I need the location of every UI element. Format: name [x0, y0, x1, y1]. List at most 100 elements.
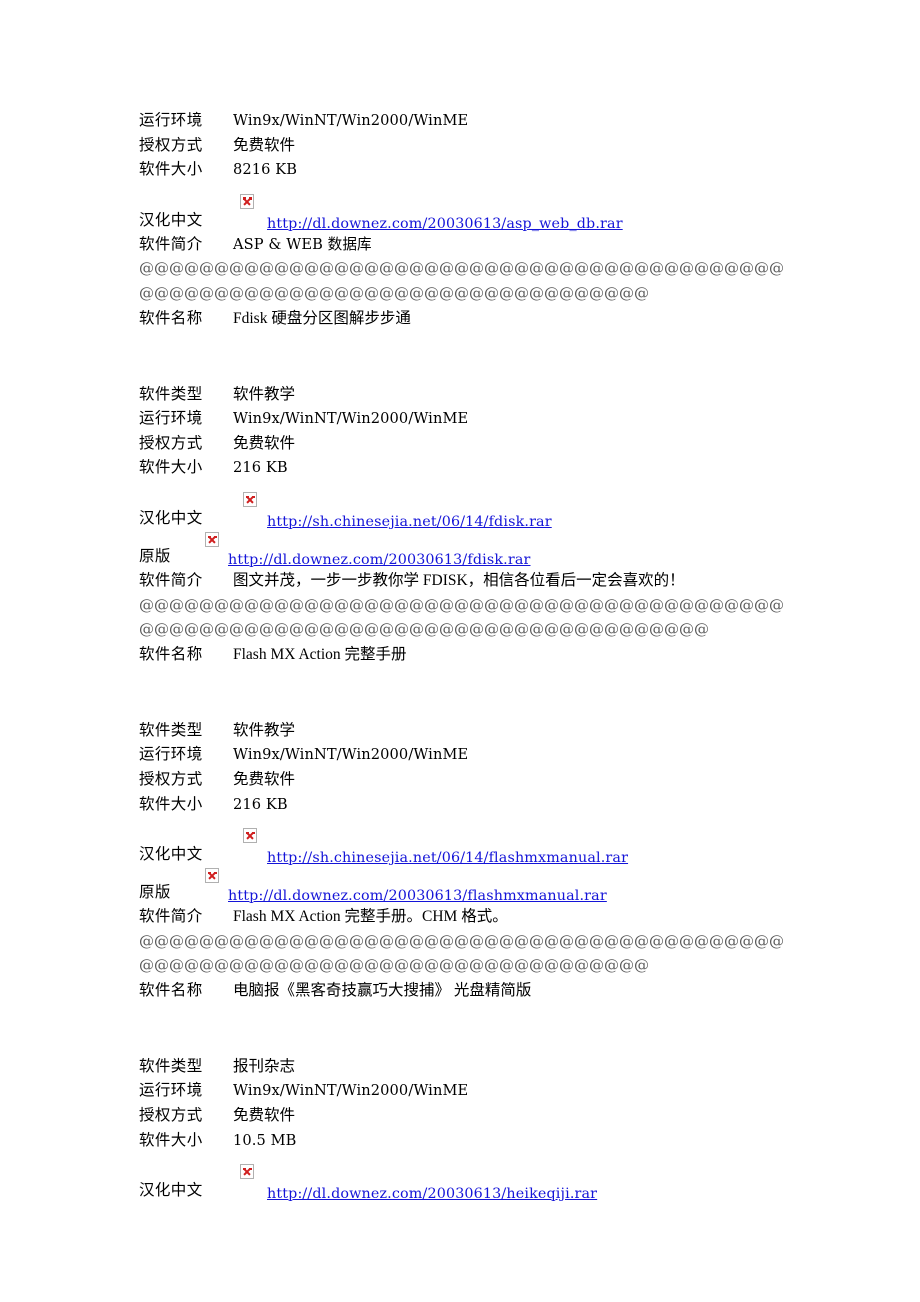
value-license: 免费软件: [233, 136, 296, 154]
label-license: 授权方式: [139, 136, 203, 154]
broken-image-icon: [240, 1164, 254, 1180]
label-env: 运行环境: [139, 410, 203, 428]
row-license: 授权方式 免费软件: [139, 1103, 799, 1128]
label-type: 软件类型: [139, 1057, 203, 1075]
row-env: 运行环境 Win9x/WinNT/Win2000/WinME: [139, 742, 799, 767]
value-size: 10.5 MB: [233, 1131, 297, 1149]
row-intro: 软件简介 图文并茂，一步一步教你学 FDISK，相信各位看后一定会喜欢的！: [139, 568, 799, 593]
software-entry-flashmxmanual: 软件类型 软件教学 运行环境 Win9x/WinNT/Win2000/WinME…: [139, 668, 799, 1004]
label-original: 原版: [139, 547, 171, 565]
value-license: 免费软件: [233, 1107, 296, 1125]
download-link-original[interactable]: http://dl.downez.com/20030613/fdisk.rar: [228, 552, 531, 568]
value-intro: ASP & WEB 数据库: [233, 235, 372, 253]
download-row-chinese: 汉化中文 http://sh.chinesejia.net/06/14/fdis…: [139, 490, 799, 530]
value-type: 报刊杂志: [233, 1057, 296, 1075]
value-env: Win9x/WinNT/Win2000/WinME: [233, 112, 469, 129]
row-license: 授权方式 免费软件: [139, 431, 799, 456]
broken-image-icon: [205, 868, 219, 884]
value-name: 电脑报《黑客奇技赢巧大搜捕》 光盘精简版: [233, 981, 532, 999]
value-env: Win9x/WinNT/Win2000/WinME: [233, 746, 469, 764]
row-size: 软件大小 10.5 MB: [139, 1128, 799, 1153]
value-env: Win9x/WinNT/Win2000/WinME: [233, 1082, 469, 1100]
label-license: 授权方式: [139, 434, 203, 452]
label-name: 软件名称: [139, 981, 203, 999]
download-row-original: 原版 http://dl.downez.com/20030613/fdisk.r…: [139, 530, 799, 568]
download-row-original: 原版 http://dl.downez.com/20030613/flashmx…: [139, 866, 799, 904]
value-type: 软件教学: [233, 721, 296, 739]
download-link-chinese[interactable]: http://sh.chinesejia.net/06/14/flashmxma…: [267, 850, 628, 866]
broken-image-icon: [240, 193, 254, 209]
row-license: 授权方式 免费软件: [139, 133, 799, 158]
download-row-chinese: 汉化中文 http://dl.downez.com/20030613/asp_w…: [139, 192, 799, 232]
download-link-chinese[interactable]: http://sh.chinesejia.net/06/14/fdisk.rar: [267, 514, 552, 530]
download-link-original[interactable]: http://dl.downez.com/20030613/flashmxman…: [228, 888, 607, 904]
label-intro: 软件简介: [139, 571, 203, 589]
value-size: 8216 KB: [233, 161, 298, 179]
download-link-chinese[interactable]: http://dl.downez.com/20030613/heikeqiji.…: [267, 1186, 597, 1202]
row-name: 软件名称 电脑报《黑客奇技赢巧大搜捕》 光盘精简版: [139, 978, 799, 1004]
separator-line-tail: @@@@@@@@@@@@@@@@@: [454, 620, 709, 639]
label-intro: 软件简介: [139, 235, 203, 253]
row-intro: 软件简介 Flash MX Action 完整手册。CHM 格式。: [139, 904, 799, 929]
row-size: 软件大小 216 KB: [139, 455, 799, 480]
row-env: 运行环境 Win9x/WinNT/Win2000/WinME: [139, 406, 799, 431]
separator-ats: @@@@@@@@@@@@@@@@@@@@@@@@@@@@@@@@@@@@@@@@…: [139, 593, 784, 642]
row-name: 软件名称 Flash MX Action 完整手册: [139, 642, 799, 668]
download-row-chinese: 汉化中文 http://dl.downez.com/20030613/heike…: [139, 1162, 799, 1202]
label-original: 原版: [139, 884, 171, 902]
row-license: 授权方式 免费软件: [139, 767, 799, 792]
row-type: 软件类型 软件教学: [139, 382, 799, 407]
value-intro: 图文并茂，一步一步教你学 FDISK，相信各位看后一定会喜欢的！: [233, 571, 685, 589]
value-env: Win9x/WinNT/Win2000/WinME: [233, 410, 469, 428]
software-entry-fdisk: 软件类型 软件教学 运行环境 Win9x/WinNT/Win2000/WinME…: [139, 332, 799, 668]
separator-ats: @@@@@@@@@@@@@@@@@@@@@@@@@@@@@@@@@@@@@@@@…: [139, 929, 784, 978]
label-chinese: 汉化中文: [139, 211, 203, 229]
label-env: 运行环境: [139, 112, 203, 129]
download-link-chinese[interactable]: http://dl.downez.com/20030613/asp_web_db…: [267, 216, 623, 232]
document-body: 运行环境 Win9x/WinNT/Win2000/WinME 授权方式 免费软件…: [139, 108, 799, 1202]
label-license: 授权方式: [139, 1107, 203, 1125]
label-chinese: 汉化中文: [139, 1182, 203, 1200]
row-env: 运行环境 Win9x/WinNT/Win2000/WinME: [139, 108, 799, 133]
value-license: 免费软件: [233, 770, 296, 788]
label-type: 软件类型: [139, 385, 203, 403]
row-type: 软件类型 报刊杂志: [139, 1054, 799, 1079]
label-license: 授权方式: [139, 770, 203, 788]
label-name: 软件名称: [139, 309, 203, 327]
document-page: 运行环境 Win9x/WinNT/Win2000/WinME 授权方式 免费软件…: [0, 0, 920, 1302]
value-license: 免费软件: [233, 434, 296, 452]
download-row-chinese: 汉化中文 http://sh.chinesejia.net/06/14/flas…: [139, 826, 799, 866]
label-chinese: 汉化中文: [139, 509, 203, 527]
row-env: 运行环境 Win9x/WinNT/Win2000/WinME: [139, 1078, 799, 1103]
row-intro: 软件简介 ASP & WEB 数据库: [139, 232, 799, 257]
separator-line-tail: @@@@@@@@@@@@@: [454, 956, 649, 975]
label-size: 软件大小: [139, 795, 203, 813]
value-intro: Flash MX Action 完整手册。CHM 格式。: [233, 908, 508, 926]
value-type: 软件教学: [233, 385, 296, 403]
label-env: 运行环境: [139, 746, 203, 764]
row-name: 软件名称 Fdisk 硬盘分区图解步步通: [139, 306, 799, 332]
software-entry-asp-web-db: 运行环境 Win9x/WinNT/Win2000/WinME 授权方式 免费软件…: [139, 108, 799, 332]
label-size: 软件大小: [139, 1131, 203, 1149]
label-size: 软件大小: [139, 161, 203, 179]
value-name: Fdisk 硬盘分区图解步步通: [233, 309, 411, 327]
label-chinese: 汉化中文: [139, 846, 203, 864]
label-type: 软件类型: [139, 721, 203, 739]
value-size: 216 KB: [233, 795, 288, 813]
label-intro: 软件简介: [139, 908, 203, 926]
broken-image-icon: [243, 491, 257, 507]
value-name: Flash MX Action 完整手册: [233, 645, 407, 663]
row-size: 软件大小 8216 KB: [139, 157, 799, 182]
broken-image-icon: [205, 531, 219, 547]
broken-image-icon: [243, 828, 257, 844]
label-name: 软件名称: [139, 645, 203, 663]
label-env: 运行环境: [139, 1082, 203, 1100]
row-size: 软件大小 216 KB: [139, 792, 799, 817]
value-size: 216 KB: [233, 459, 288, 477]
